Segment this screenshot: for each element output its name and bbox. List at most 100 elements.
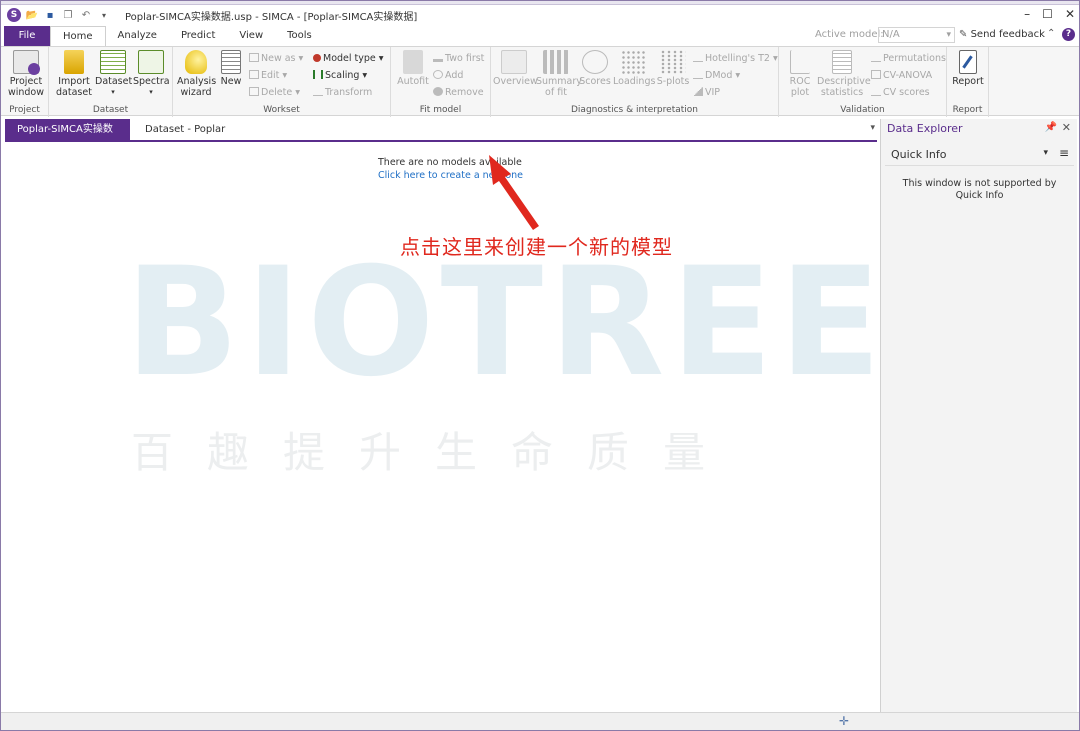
autofit-icon xyxy=(403,50,423,74)
cv-scores-button[interactable]: CV scores xyxy=(871,87,930,99)
overview-icon xyxy=(501,50,527,74)
edit-button[interactable]: Edit ▾ xyxy=(249,70,287,82)
help-icon[interactable]: ? xyxy=(1062,28,1075,41)
active-model-select[interactable]: N/A xyxy=(878,27,955,43)
dataset-label: Dataset xyxy=(95,76,133,87)
hamburger-menu-icon[interactable]: ≡ xyxy=(1059,146,1069,160)
project-window-label: Project window xyxy=(7,76,45,98)
tab-tools[interactable]: Tools xyxy=(275,26,324,46)
remove-label: Remove xyxy=(445,87,484,98)
open-folder-icon[interactable]: 📂 xyxy=(25,8,39,22)
descriptive-statistics-label: Descriptive statistics xyxy=(817,76,871,98)
summary-of-fit-button[interactable]: Summary of fit xyxy=(536,50,582,98)
analysis-wizard-button[interactable]: Analysis wizard xyxy=(177,50,216,98)
scores-label: Scores xyxy=(579,76,611,87)
tab-home[interactable]: Home xyxy=(50,26,106,46)
tab-predict[interactable]: Predict xyxy=(169,26,227,46)
save-icon[interactable]: ▪ xyxy=(43,8,57,22)
loadings-button[interactable]: Loadings xyxy=(613,50,655,87)
document-tab-bar: Poplar-SIMCA实操数据 Dataset - Poplar ▾ xyxy=(5,119,877,157)
hotellings-t2-button[interactable]: Hotelling's T2 ▾ xyxy=(693,53,778,65)
add-component-button[interactable]: Add xyxy=(433,70,463,82)
delete-button[interactable]: Delete ▾ xyxy=(249,87,300,99)
group-workset-label: Workset xyxy=(263,105,300,115)
descriptive-statistics-icon xyxy=(832,50,852,74)
dataset-button[interactable]: Dataset ▾ xyxy=(95,50,133,98)
dataset-grid-icon xyxy=(100,50,126,74)
quick-info-selector[interactable]: Quick Info ▾ ≡ xyxy=(885,144,1074,166)
new-as-button[interactable]: New as ▾ xyxy=(249,53,303,65)
group-fit-model: Autofit Two first Add Remove Fit model xyxy=(391,47,491,117)
simca-window: S 📂 ▪ ❐ ↶ ▾ Poplar-SIMCA实操数据.usp - SIMCA… xyxy=(0,0,1080,731)
quick-info-dropdown-icon[interactable]: ▾ xyxy=(1043,148,1048,158)
loadings-icon xyxy=(621,50,647,74)
remove-component-button[interactable]: Remove xyxy=(433,87,484,99)
close-button[interactable]: ✕ xyxy=(1065,7,1075,21)
status-crosshair-icon: ✛ xyxy=(839,714,850,728)
import-dataset-button[interactable]: Import dataset xyxy=(56,50,92,98)
group-diagnostics-label: Diagnostics & interpretation xyxy=(571,105,698,115)
new-as-icon xyxy=(249,53,259,62)
scaling-button[interactable]: Scaling ▾ xyxy=(313,70,367,82)
roc-plot-label: ROC plot xyxy=(789,76,811,98)
transform-icon xyxy=(313,87,323,96)
s-plots-button[interactable]: S-plots xyxy=(655,50,691,87)
two-first-button[interactable]: Two first xyxy=(433,53,484,65)
tab-analyze[interactable]: Analyze xyxy=(106,26,169,46)
cv-anova-label: CV-ANOVA xyxy=(883,70,933,81)
collapse-ribbon-icon[interactable]: ⌃ xyxy=(1047,28,1055,39)
group-diagnostics: Overview Summary of fit Scores Loadings … xyxy=(491,47,779,117)
roc-plot-button[interactable]: ROC plot xyxy=(783,50,817,98)
title-bar: S 📂 ▪ ❐ ↶ ▾ Poplar-SIMCA实操数据.usp - SIMCA… xyxy=(1,5,1079,25)
ribbon-tab-bar: File Home Analyze Predict View Tools Act… xyxy=(1,25,1079,46)
scores-button[interactable]: Scores xyxy=(577,50,613,87)
active-model-label: Active model: xyxy=(815,29,884,40)
vip-button[interactable]: VIP xyxy=(693,87,720,99)
pane-close-button[interactable]: ✕ xyxy=(1062,121,1071,134)
watermark: BIOTREE 百趣提升生命质量 xyxy=(5,144,881,712)
customize-quick-access-icon[interactable]: ▾ xyxy=(97,8,111,22)
tab-list-dropdown-icon[interactable]: ▾ xyxy=(870,123,875,133)
feedback-icon: ✎ xyxy=(959,29,968,40)
s-plots-icon xyxy=(660,50,686,74)
tab-file[interactable]: File xyxy=(4,26,50,46)
dataset-dropdown-icon: ▾ xyxy=(111,88,115,96)
report-button[interactable]: Report xyxy=(951,50,985,87)
spectra-button[interactable]: Spectra ▾ xyxy=(133,50,170,98)
s-plots-label: S-plots xyxy=(656,76,690,87)
permutations-button[interactable]: Permutations xyxy=(871,53,946,65)
pin-icon[interactable]: 📌 xyxy=(1045,122,1057,133)
model-type-button[interactable]: Model type ▾ xyxy=(313,53,384,65)
project-window-icon xyxy=(13,50,40,75)
minimize-button[interactable]: – xyxy=(1024,7,1030,21)
add-label: Add xyxy=(445,70,464,81)
transform-button[interactable]: Transform xyxy=(313,87,372,99)
status-bar: ✛ xyxy=(1,712,1079,730)
project-window-content: BIOTREE 百趣提升生命质量 There are no models ava… xyxy=(5,144,881,712)
vip-icon xyxy=(693,87,703,96)
scaling-label: Scaling xyxy=(325,70,360,81)
send-feedback-button[interactable]: ✎ Send feedback xyxy=(959,29,1045,40)
group-validation: ROC plot Descriptive statistics Permutat… xyxy=(779,47,947,117)
new-workset-button[interactable]: New xyxy=(217,50,245,87)
annotation-arrow-icon xyxy=(489,155,539,230)
autofit-button[interactable]: Autofit xyxy=(395,50,431,87)
watermark-tagline: 百趣提升生命质量 xyxy=(131,428,740,477)
ribbon-home: Project window Project Import dataset Da… xyxy=(1,46,1079,117)
add-icon xyxy=(433,70,443,79)
tab-dataset-poplar[interactable]: Dataset - Poplar xyxy=(133,119,237,141)
undo-icon[interactable]: ↶ xyxy=(79,8,93,22)
tab-view[interactable]: View xyxy=(227,26,275,46)
cv-anova-button[interactable]: CV-ANOVA xyxy=(871,70,932,82)
summary-of-fit-icon xyxy=(543,50,569,74)
overview-button[interactable]: Overview xyxy=(493,50,538,87)
maximize-button[interactable]: ☐ xyxy=(1042,7,1053,21)
tab-project-document[interactable]: Poplar-SIMCA实操数据 xyxy=(5,119,130,157)
project-window-button[interactable]: Project window xyxy=(7,50,45,98)
model-type-icon xyxy=(313,54,321,62)
copy-icon[interactable]: ❐ xyxy=(61,8,75,22)
descriptive-statistics-button[interactable]: Descriptive statistics xyxy=(817,50,871,98)
cv-anova-icon xyxy=(871,70,881,79)
dmod-button[interactable]: DMod ▾ xyxy=(693,70,740,82)
app-logo-icon[interactable]: S xyxy=(7,8,21,22)
